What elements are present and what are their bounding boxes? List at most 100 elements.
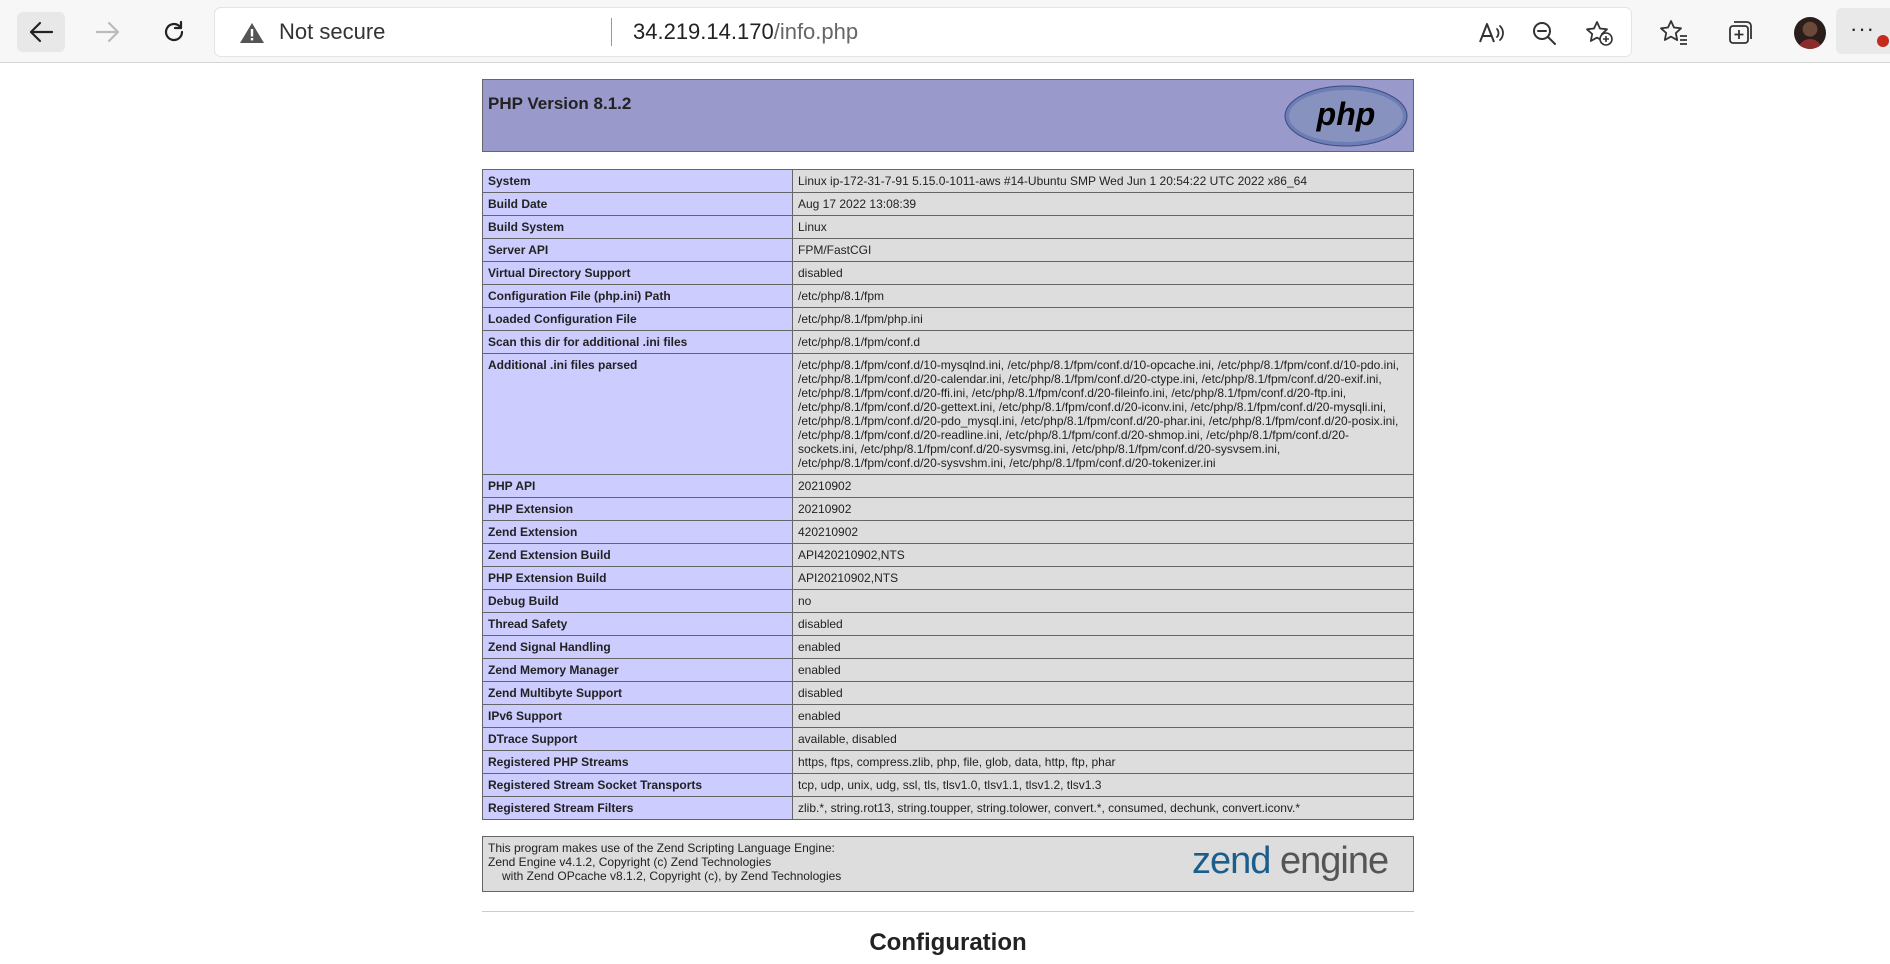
zend-line-1: This program makes use of the Zend Scrip… [488,841,835,855]
info-value: available, disabled [792,727,1414,751]
address-bar[interactable]: Not secure 34.219.14.170/info.php [215,8,1631,56]
info-row: PHP Extension 20210902 [482,497,1414,521]
info-value: 420210902 [792,520,1414,544]
refresh-button[interactable] [150,12,198,52]
forward-button[interactable] [84,12,132,52]
info-value: /etc/php/8.1/fpm/conf.d [792,330,1414,354]
browser-toolbar: Not secure 34.219.14.170/info.php ··· [0,0,1890,63]
info-value: Linux ip-172-31-7-91 5.15.0-1011-aws #14… [792,169,1414,193]
info-row: Scan this dir for additional .ini files /… [482,330,1414,354]
warning-icon [240,23,264,43]
info-value: no [792,589,1414,613]
info-row: PHP API 20210902 [482,474,1414,498]
info-value: /etc/php/8.1/fpm/conf.d/10-mysqlnd.ini, … [792,353,1414,475]
info-value: API20210902,NTS [792,566,1414,590]
star-add-icon [1586,21,1613,46]
info-key: Zend Memory Manager [482,658,793,682]
info-key: Debug Build [482,589,793,613]
info-key: DTrace Support [482,727,793,751]
forward-arrow-icon [95,21,120,43]
info-row: Debug Build no [482,589,1414,613]
info-key: Zend Extension [482,520,793,544]
info-row: Configuration File (php.ini) Path/etc/ph… [482,284,1414,308]
info-key: PHP Extension Build [482,566,793,590]
refresh-icon [164,20,184,42]
info-row: Build Date Aug 17 2022 13:08:39 [482,192,1414,216]
zend-line-2: Zend Engine v4.1.2, Copyright (c) Zend T… [488,855,772,869]
info-key: PHP API [482,474,793,498]
info-row: Zend Extension Build API420210902,NTS [482,543,1414,567]
page-title: PHP Version 8.1.2 [488,94,632,113]
info-key: Registered PHP Streams [482,750,793,774]
info-key: Server API [482,238,793,262]
info-key: Registered Stream Socket Transports [482,773,793,797]
collections-icon [1729,21,1752,44]
security-label[interactable]: Not secure [279,19,385,45]
info-key: Registered Stream Filters [482,796,793,820]
info-row: Zend Extension 420210902 [482,520,1414,544]
info-row: Additional .ini files parsed/etc/php/8.1… [482,353,1414,475]
info-row: IPv6 Support enabled [482,704,1414,728]
zoom-out-button[interactable] [1531,20,1559,46]
info-key: Configuration File (php.ini) Path [482,284,793,308]
settings-more-button[interactable]: ··· [1836,8,1890,54]
info-row: Build System Linux [482,215,1414,239]
info-value: API420210902,NTS [792,543,1414,567]
read-aloud-button[interactable] [1477,20,1505,46]
zend-logo-word: zend [1192,843,1270,882]
profile-avatar[interactable] [1794,17,1826,49]
url-text[interactable]: 34.219.14.170/info.php [633,19,858,45]
info-key: Scan this dir for additional .ini files [482,330,793,354]
info-value: 20210902 [792,474,1414,498]
add-favorite-button[interactable] [1585,20,1613,46]
info-key: System [482,169,793,193]
info-row: Loaded Configuration File/etc/php/8.1/fp… [482,307,1414,331]
zend-line-3: with Zend OPcache v8.1.2, Copyright (c),… [502,869,842,883]
zend-engine-logo-icon[interactable]: zend engine [1192,843,1408,887]
info-row: System Linux ip-172-31-7-91 5.15.0-1011-a… [482,169,1414,193]
info-value: /etc/php/8.1/fpm [792,284,1414,308]
info-value: disabled [792,681,1414,705]
info-key: Zend Multibyte Support [482,681,793,705]
section-divider [482,911,1414,912]
info-key: PHP Extension [482,497,793,521]
info-row: Zend Memory Manager enabled [482,658,1414,682]
info-row: DTrace Support available, disabled [482,727,1414,751]
notification-badge [1877,35,1889,47]
info-row: Virtual Directory Support disabled [482,261,1414,285]
php-logo-icon[interactable]: php [1284,85,1408,147]
info-key: Zend Extension Build [482,543,793,567]
info-key: IPv6 Support [482,704,793,728]
page-content: PHP Version 8.1.2 php System Linux ip-172… [0,63,1890,964]
info-key: Loaded Configuration File [482,307,793,331]
favorites-button[interactable] [1656,14,1692,50]
php-info-table: System Linux ip-172-31-7-91 5.15.0-1011-a… [482,169,1414,820]
info-value: Linux [792,215,1414,239]
info-value: disabled [792,261,1414,285]
favorites-icon [1660,20,1687,45]
read-aloud-icon [1479,23,1504,43]
php-logo-text: php [1316,96,1376,132]
info-value: tcp, udp, unix, udg, ssl, tls, tlsv1.0, … [792,773,1414,797]
collections-button[interactable] [1722,14,1758,50]
info-value: /etc/php/8.1/fpm/php.ini [792,307,1414,331]
section-heading-configuration: Configuration [869,929,1027,956]
info-value: enabled [792,658,1414,682]
zend-engine-box: This program makes use of the Zend Scrip… [482,836,1414,892]
php-version-header: PHP Version 8.1.2 php [482,79,1414,152]
info-value: enabled [792,635,1414,659]
url-host: 34.219.14.170 [633,19,774,44]
engine-logo-word: engine [1280,843,1388,882]
info-row: Zend Signal Handling enabled [482,635,1414,659]
info-value: https, ftps, compress.zlib, php, file, g… [792,750,1414,774]
info-value: enabled [792,704,1414,728]
back-button[interactable] [17,12,65,52]
info-value: Aug 17 2022 13:08:39 [792,192,1414,216]
info-key: Zend Signal Handling [482,635,793,659]
info-row: Registered Stream Filters zlib.*, string.… [482,796,1414,820]
info-key: Additional .ini files parsed [482,353,793,475]
info-key: Build System [482,215,793,239]
back-arrow-icon [29,21,54,43]
info-value: 20210902 [792,497,1414,521]
info-value: zlib.*, string.rot13, string.toupper, st… [792,796,1414,820]
